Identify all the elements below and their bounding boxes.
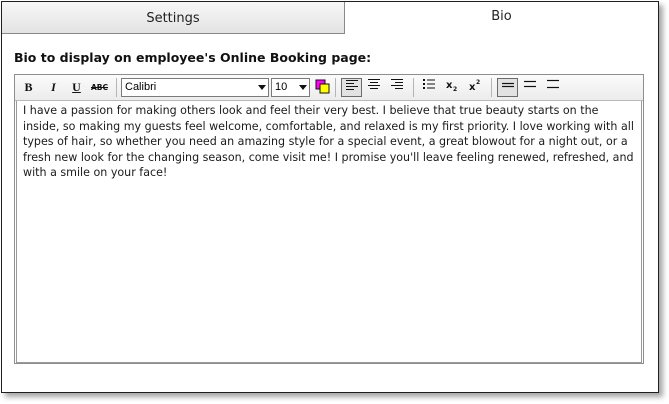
superscript-button[interactable]: x2 — [465, 78, 484, 97]
highlight-color-button[interactable] — [312, 78, 331, 97]
underline-button[interactable]: U — [67, 78, 86, 97]
italic-button[interactable]: I — [44, 78, 63, 97]
line-spacing-1-5-button[interactable] — [520, 78, 539, 97]
line-spacing-1-5-icon — [523, 80, 536, 88]
employee-editor-window: Settings Bio Bio to display on employee'… — [1, 1, 659, 393]
line-spacing-double-icon — [546, 79, 559, 89]
svg-text:2: 2 — [453, 86, 457, 92]
font-family-select[interactable]: Calibri — [121, 78, 269, 97]
superscript-icon: x2 — [469, 79, 480, 92]
strikethrough-button[interactable]: ABC — [90, 78, 109, 97]
bio-section-heading: Bio to display on employee's Online Book… — [14, 50, 372, 65]
font-family-value: Calibri — [125, 81, 157, 93]
tab-bio[interactable]: Bio — [345, 2, 658, 34]
tab-bar: Settings Bio — [2, 2, 658, 35]
line-spacing-single-button[interactable] — [497, 78, 518, 97]
svg-text:x: x — [469, 82, 476, 92]
align-left-button[interactable] — [341, 78, 362, 97]
toolbar-separator — [491, 78, 492, 97]
align-center-button[interactable] — [364, 78, 383, 97]
chevron-down-icon — [299, 85, 307, 90]
svg-text:2: 2 — [476, 79, 480, 86]
bullet-list-button[interactable] — [419, 78, 438, 97]
line-spacing-double-button[interactable] — [543, 78, 562, 97]
subscript-icon: x2 — [446, 80, 457, 92]
chevron-down-icon — [258, 85, 266, 90]
toolbar-separator — [413, 78, 414, 97]
align-right-button[interactable] — [387, 78, 406, 97]
rich-text-editor: B I U ABC Calibri 10 x 2 x 2 I have a pa… — [14, 74, 644, 364]
align-right-icon — [390, 79, 403, 89]
font-size-value: 10 — [275, 81, 288, 93]
highlight-color-icon — [315, 79, 329, 94]
bullet-list-icon — [422, 79, 435, 89]
bold-button[interactable]: B — [19, 78, 38, 97]
svg-text:x: x — [446, 80, 453, 91]
tab-settings[interactable]: Settings — [2, 2, 345, 34]
bio-textarea[interactable]: I have a passion for making others look … — [17, 101, 641, 363]
subscript-button[interactable]: x2 — [442, 78, 461, 97]
align-center-icon — [367, 79, 380, 89]
line-spacing-single-icon — [501, 82, 514, 88]
toolbar-separator — [116, 78, 117, 97]
editor-toolbar: B I U ABC Calibri 10 x 2 x 2 — [15, 75, 643, 101]
align-left-icon — [345, 80, 358, 90]
toolbar-separator — [335, 78, 336, 97]
font-size-select[interactable]: 10 — [271, 78, 310, 97]
